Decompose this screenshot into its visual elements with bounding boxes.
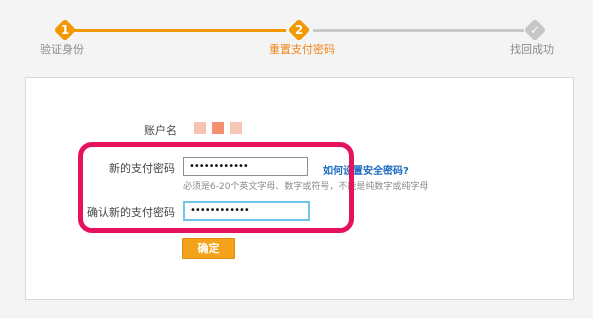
step-2-marker: 2 [287, 18, 311, 42]
progress-track-completed [72, 29, 286, 32]
new-password-input[interactable]: •••••••••••• [183, 157, 308, 176]
new-password-label: 新的支付密码 [109, 162, 175, 175]
checkmark-icon: ✓ [529, 23, 541, 37]
reset-form-card: 账户名 新的支付密码 •••••••••••• 如何设置安全密码? 必须是6-2… [25, 77, 574, 300]
confirm-password-input[interactable]: •••••••••••• [183, 201, 310, 221]
mosaic-block [230, 122, 242, 134]
mosaic-block [212, 122, 224, 134]
reset-payment-password-page: 1 2 ✓ 验证身份 重置支付密码 找回成功 账户名 新的支付密码 ••••••… [0, 0, 593, 318]
step-2-number: 2 [294, 23, 304, 37]
progress-steps: 1 2 ✓ 验证身份 重置支付密码 找回成功 [0, 0, 593, 70]
step-3-marker: ✓ [523, 18, 547, 42]
password-rule-hint: 必须是6-20个英文字母、数字或符号，不能是纯数字或纯字母 [183, 182, 429, 192]
submit-button[interactable]: 确定 [182, 238, 235, 259]
step-1-label: 验证身份 [40, 43, 84, 56]
step-3-label: 找回成功 [510, 43, 554, 56]
account-label: 账户名 [144, 124, 177, 137]
step-2-label: 重置支付密码 [269, 43, 335, 56]
step-1-number: 1 [60, 23, 70, 37]
step-1-marker: 1 [53, 18, 77, 42]
progress-track-pending [313, 29, 524, 32]
mosaic-block [194, 122, 206, 134]
password-help-link[interactable]: 如何设置安全密码? [323, 162, 409, 177]
confirm-password-label: 确认新的支付密码 [87, 206, 175, 219]
